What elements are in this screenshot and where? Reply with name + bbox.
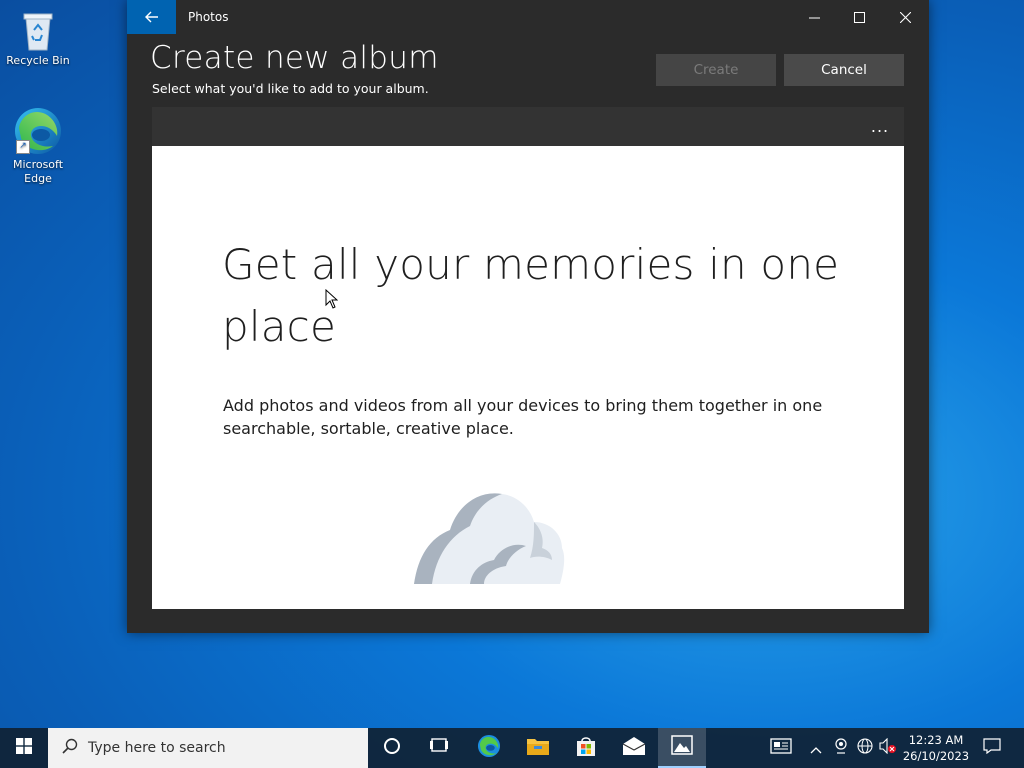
taskbar-edge-button[interactable] xyxy=(465,728,513,768)
desktop-icon-label: Recycle Bin xyxy=(6,54,70,67)
chevron-up-icon xyxy=(810,739,822,758)
window-title: Photos xyxy=(188,10,229,24)
search-icon xyxy=(62,738,78,758)
windows-logo-icon xyxy=(16,738,32,758)
maximize-icon xyxy=(853,8,865,27)
back-button[interactable] xyxy=(127,0,176,34)
news-widget-button[interactable] xyxy=(764,728,798,768)
clock-time: 12:23 AM xyxy=(908,733,964,747)
show-hidden-icons-button[interactable] xyxy=(806,728,826,768)
volume-button[interactable] xyxy=(876,728,900,768)
news-icon xyxy=(770,738,792,758)
desktop-icon-label: Microsoft Edge xyxy=(12,158,64,185)
taskbar-search-box[interactable]: Type here to search xyxy=(48,728,368,768)
taskbar-store-button[interactable] xyxy=(562,728,610,768)
minimize-button[interactable] xyxy=(791,0,837,34)
taskbar-mail-button[interactable] xyxy=(610,728,658,768)
taskbar-file-explorer-button[interactable] xyxy=(514,728,562,768)
album-toolbar: ... xyxy=(152,107,904,146)
create-button[interactable]: Create xyxy=(656,54,776,86)
edge-icon: ↗ xyxy=(13,106,63,156)
page-title: Create new album xyxy=(150,40,439,76)
minimize-icon xyxy=(808,8,820,27)
start-button[interactable] xyxy=(0,728,48,768)
network-globe-icon xyxy=(857,738,873,758)
close-icon xyxy=(899,8,911,27)
more-options-button[interactable]: ... xyxy=(862,113,898,139)
taskbar: Type here to search 12:23 AM 26/10/2023 xyxy=(0,728,1024,768)
cortana-icon xyxy=(383,737,401,759)
task-view-button[interactable] xyxy=(416,728,462,768)
action-center-button[interactable] xyxy=(974,728,1010,768)
cortana-button[interactable] xyxy=(369,728,415,768)
recycle-bin-icon xyxy=(18,8,58,52)
desktop-icon-recycle-bin[interactable]: Recycle Bin xyxy=(6,8,70,68)
promo-body: Add photos and videos from all your devi… xyxy=(223,396,823,438)
photos-window: Photos Create new album Select what you'… xyxy=(127,0,929,633)
search-placeholder: Type here to search xyxy=(88,740,226,756)
maximize-button[interactable] xyxy=(836,0,882,34)
store-icon xyxy=(575,735,597,761)
page-subtitle: Select what you'd like to add to your al… xyxy=(152,81,429,96)
notification-icon xyxy=(983,738,1001,758)
arrow-left-icon xyxy=(144,8,159,27)
mail-icon xyxy=(622,736,646,760)
file-explorer-icon xyxy=(526,736,550,760)
desktop-icon-edge[interactable]: ↗ Microsoft Edge xyxy=(6,106,70,186)
shortcut-arrow-icon: ↗ xyxy=(16,140,30,154)
volume-muted-icon xyxy=(879,737,897,758)
mouse-cursor-icon xyxy=(325,288,339,313)
title-bar[interactable]: Photos xyxy=(127,0,929,34)
close-button[interactable] xyxy=(882,0,928,34)
photos-icon xyxy=(671,735,693,759)
network-button[interactable] xyxy=(854,728,876,768)
cancel-button[interactable]: Cancel xyxy=(784,54,904,86)
camera-icon xyxy=(834,738,848,758)
promo-panel: Get all your memories in one place Add p… xyxy=(152,146,904,609)
edge-icon xyxy=(477,734,501,762)
clock-button[interactable]: 12:23 AM 26/10/2023 xyxy=(902,728,970,768)
promo-headline: Get all your memories in one place xyxy=(222,240,840,351)
taskbar-photos-button[interactable] xyxy=(658,728,706,768)
task-view-icon xyxy=(429,737,449,759)
cloud-icon xyxy=(410,486,570,590)
clock-date: 26/10/2023 xyxy=(902,749,970,763)
tray-camera-button[interactable] xyxy=(830,728,852,768)
